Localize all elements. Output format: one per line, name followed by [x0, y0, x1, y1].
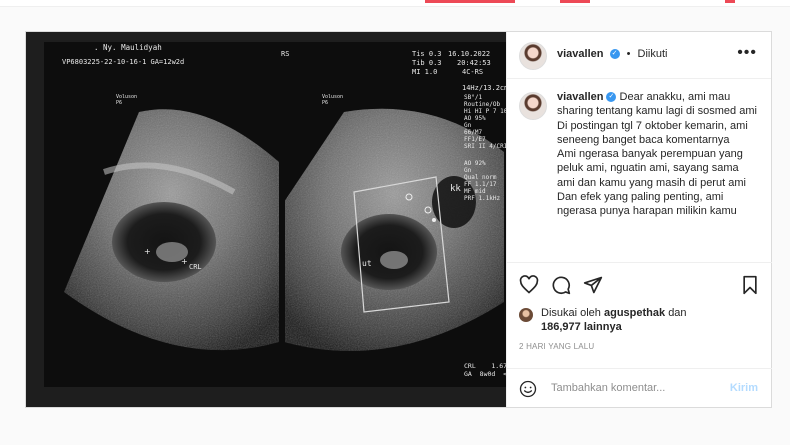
- instagram-post-embed: + + . Ny. Maulidyah VP6803225-22-10-16-1…: [25, 31, 772, 408]
- browser-top-strip: [0, 0, 790, 7]
- ut-annotation: ut: [362, 259, 372, 268]
- comment-icon[interactable]: [551, 275, 571, 295]
- save-bookmark-icon[interactable]: [740, 275, 760, 295]
- share-send-icon[interactable]: [583, 275, 603, 295]
- caption-paragraph: Dan efek yang paling penting, ami ngeras…: [557, 191, 737, 218]
- frequency-depth: 14Hz/13.2cm: [462, 84, 506, 92]
- post-comment-button[interactable]: Kirim: [730, 382, 758, 394]
- doppler-settings: AO 92% Gn Qual norm FF 1.1/17 MF mid PRF…: [464, 160, 501, 202]
- likes-prefix: Disukai oleh: [541, 307, 601, 319]
- comment-composer: Tambahkan komentar... Kirim: [507, 368, 772, 408]
- follow-status[interactable]: Diikuti: [638, 48, 668, 60]
- author-username[interactable]: viavallen: [557, 48, 603, 60]
- top-red-accent: [425, 0, 515, 3]
- verified-badge-icon: ✓: [606, 92, 617, 103]
- more-options-icon[interactable]: •••: [737, 44, 757, 62]
- rs-label: RS: [281, 50, 290, 58]
- likes-count[interactable]: 186,977 lainnya: [541, 321, 622, 333]
- probe-label: 4C-RS: [462, 68, 484, 76]
- likes-and: dan: [668, 307, 687, 319]
- caption-paragraph: Ami ngerasa banyak perempuan yang peluk …: [557, 148, 746, 189]
- avatar[interactable]: [519, 92, 547, 120]
- exam-date: 16.10.2022: [448, 50, 491, 58]
- post-image[interactable]: + + . Ny. Maulidyah VP6803225-22-10-16-1…: [26, 32, 506, 407]
- likes-summary: Disukai oleh aguspethak dan 186,977 lain…: [519, 306, 687, 334]
- caption-text: viavallen ✓ Dear anakku, ami mau sharing …: [557, 90, 759, 219]
- caption-area: viavallen ✓ Dear anakku, ami mau sharing …: [519, 90, 759, 246]
- exam-id: VP6803225-22-10-16-1 GA=12w2d: [62, 58, 185, 66]
- crl-caliper: +: [144, 247, 151, 256]
- mi-value: MI 1.0: [412, 68, 438, 76]
- liker-avatar[interactable]: [519, 308, 533, 322]
- top-red-accent: [560, 0, 590, 3]
- brand-label: Voluson P6: [322, 94, 344, 106]
- like-heart-icon[interactable]: [519, 275, 539, 295]
- emoji-smiley-icon[interactable]: [519, 380, 537, 398]
- post-timestamp[interactable]: 2 HARI YANG LALU: [519, 342, 594, 351]
- top-red-accent: [725, 0, 735, 3]
- tib-value: Tib 0.3: [412, 59, 442, 67]
- exam-time: 20:42:53: [457, 59, 491, 67]
- post-side-panel: viavallen ✓ • Diikuti ••• viavallen ✓ Dea…: [506, 32, 772, 408]
- action-bar: [507, 262, 772, 303]
- post-header: viavallen ✓ • Diikuti •••: [507, 32, 771, 79]
- ultrasound-print: + + . Ny. Maulidyah VP6803225-22-10-16-1…: [44, 42, 506, 387]
- author-row: viavallen ✓ • Diikuti: [557, 48, 667, 60]
- caption-line: viavallen ✓ Dear anakku, ami mau sharing …: [557, 90, 759, 119]
- crl-measurement: CRL 1.67cm GA 8w0d <1%: [464, 362, 506, 378]
- patient-name: . Ny. Maulidyah: [94, 43, 162, 52]
- crl-annotation: CRL: [189, 263, 202, 271]
- acquisition-settings: SB°/1 Routine/Ob Hi HI P 7 10 - 1.3/0 AO…: [464, 94, 506, 150]
- liker-username[interactable]: aguspethak: [604, 307, 665, 319]
- comment-input[interactable]: Tambahkan komentar...: [551, 382, 665, 394]
- kk-annotation: kk: [450, 184, 461, 194]
- likes-text: Disukai oleh aguspethak dan 186,977 lain…: [541, 306, 687, 334]
- tis-value: Tis 0.3: [412, 50, 442, 58]
- separator-dot: •: [626, 48, 631, 60]
- caption-username[interactable]: viavallen: [557, 91, 603, 103]
- brand-label: Voluson P6: [116, 94, 138, 106]
- verified-badge-icon: ✓: [609, 49, 620, 60]
- avatar[interactable]: [519, 42, 547, 70]
- crl-caliper: +: [181, 257, 188, 266]
- caption-paragraph: Di postingan tgl 7 oktober kemarin, ami …: [557, 119, 748, 146]
- ultrasound-scan-graphic: + +: [44, 42, 506, 387]
